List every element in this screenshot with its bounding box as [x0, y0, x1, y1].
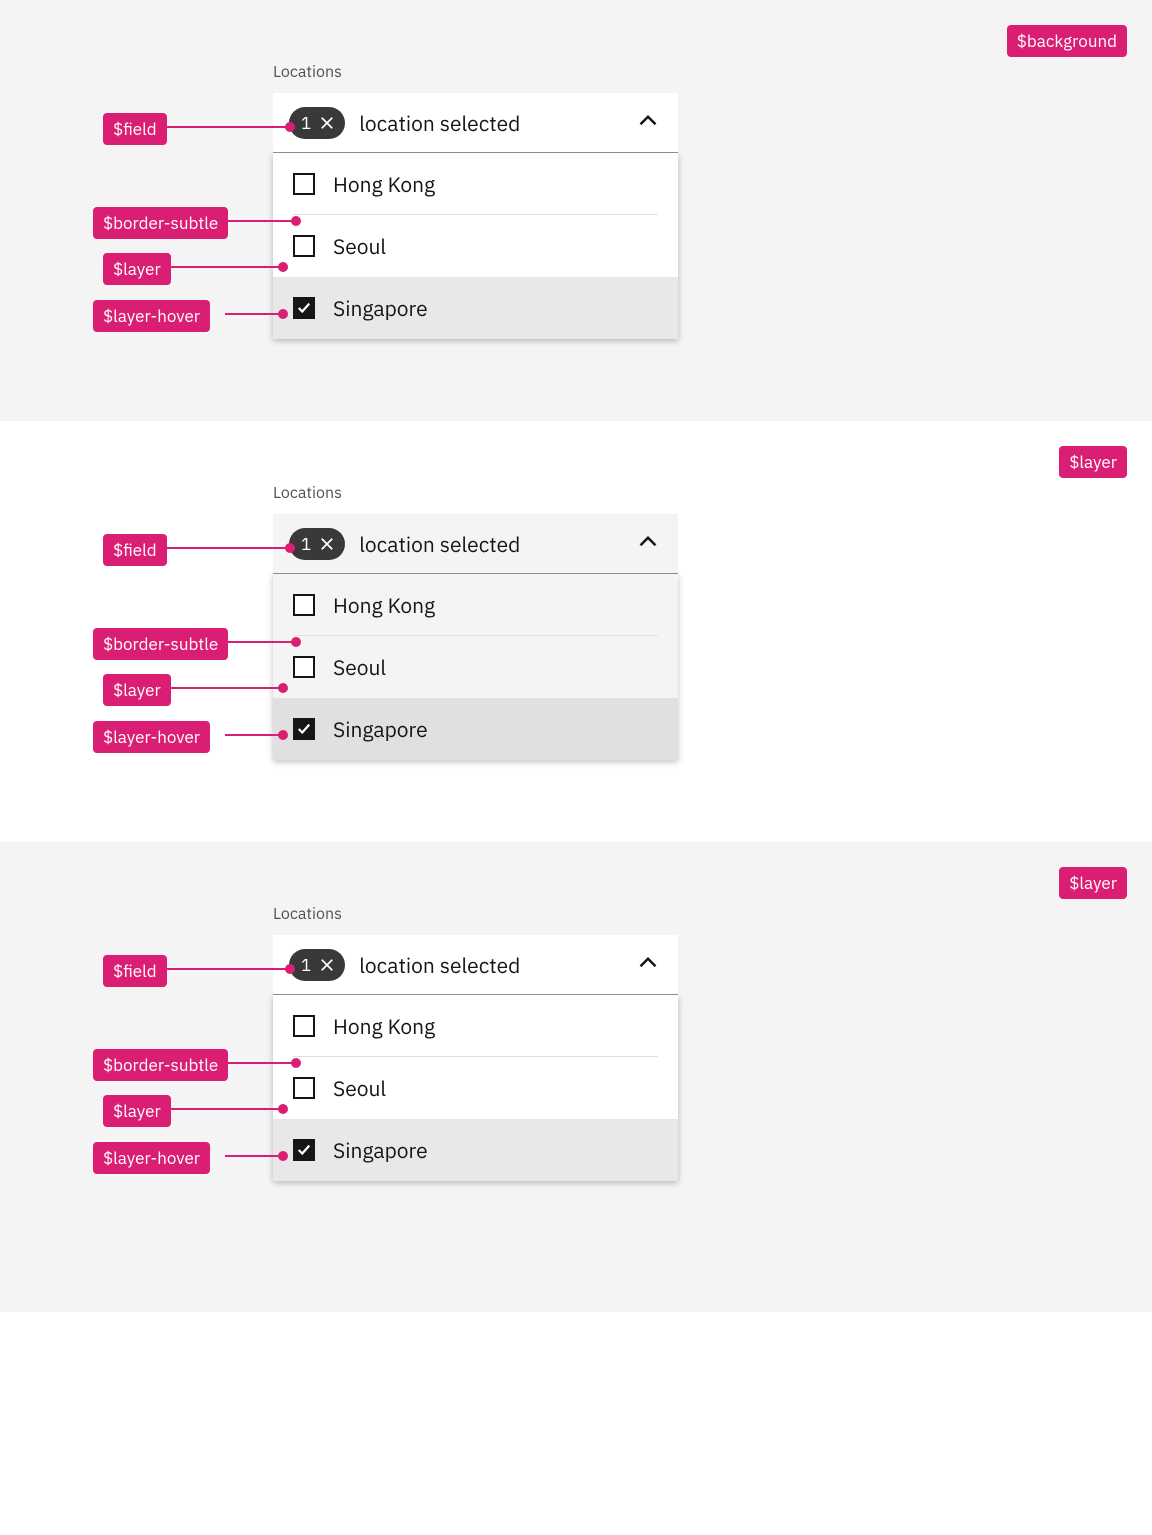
anno-layer: $layer	[103, 253, 171, 285]
option-hong-kong[interactable]: Hong Kong	[273, 574, 678, 636]
multiselect: Locations 1 location selected Hong Kong	[273, 62, 678, 339]
multiselect-label: Locations	[273, 904, 678, 924]
checkbox-checked-icon[interactable]	[293, 718, 315, 740]
option-label: Hong Kong	[333, 1012, 435, 1040]
clear-selection-icon[interactable]	[317, 534, 337, 554]
option-label: Seoul	[333, 653, 386, 681]
anno-layer: $layer	[103, 674, 171, 706]
option-hong-kong[interactable]: Hong Kong	[273, 153, 678, 215]
option-label: Hong Kong	[333, 591, 435, 619]
context-token-tag: $layer	[1059, 446, 1127, 478]
layer-section-1: $background Locations 1 location selecte…	[0, 0, 1152, 421]
anno-layer-hover: $layer-hover	[93, 1142, 210, 1174]
selection-pill[interactable]: 1	[289, 528, 345, 560]
option-label: Hong Kong	[333, 170, 435, 198]
anno-border-subtle: $border-subtle	[93, 1049, 228, 1081]
multiselect-label: Locations	[273, 483, 678, 503]
option-label: Singapore	[333, 715, 428, 743]
multiselect-field[interactable]: 1 location selected	[273, 935, 678, 995]
checkbox-icon[interactable]	[293, 594, 315, 616]
anno-field: $field	[103, 955, 167, 987]
multiselect-label: Locations	[273, 62, 678, 82]
field-text: location selected	[359, 951, 520, 979]
anno-border-subtle: $border-subtle	[93, 207, 228, 239]
checkbox-icon[interactable]	[293, 1077, 315, 1099]
selection-count: 1	[301, 533, 311, 555]
option-label: Seoul	[333, 1074, 386, 1102]
option-label: Seoul	[333, 232, 386, 260]
layer-section-3: $layer Locations 1 location selected Hon…	[0, 842, 1152, 1312]
anno-layer-hover: $layer-hover	[93, 300, 210, 332]
multiselect: Locations 1 location selected Hong Kong	[273, 904, 678, 1181]
option-seoul[interactable]: Seoul	[273, 636, 678, 698]
option-singapore[interactable]: Singapore	[273, 1119, 678, 1181]
anno-layer-hover: $layer-hover	[93, 721, 210, 753]
anno-border-subtle: $border-subtle	[93, 628, 228, 660]
option-hong-kong[interactable]: Hong Kong	[273, 995, 678, 1057]
layer-section-2: $layer Locations 1 location selected Hon…	[0, 421, 1152, 842]
option-singapore[interactable]: Singapore	[273, 698, 678, 760]
field-text: location selected	[359, 109, 520, 137]
option-seoul[interactable]: Seoul	[273, 1057, 678, 1119]
option-label: Singapore	[333, 294, 428, 322]
anno-field: $field	[103, 534, 167, 566]
anno-field: $field	[103, 113, 167, 145]
multiselect-menu: Hong Kong Seoul Singapore	[273, 574, 678, 760]
chevron-up-icon[interactable]	[638, 952, 658, 977]
option-label: Singapore	[333, 1136, 428, 1164]
checkbox-icon[interactable]	[293, 656, 315, 678]
checkbox-checked-icon[interactable]	[293, 297, 315, 319]
anno-layer: $layer	[103, 1095, 171, 1127]
checkbox-icon[interactable]	[293, 235, 315, 257]
checkbox-icon[interactable]	[293, 173, 315, 195]
checkbox-icon[interactable]	[293, 1015, 315, 1037]
multiselect-menu: Hong Kong Seoul Singapore	[273, 995, 678, 1181]
option-singapore[interactable]: Singapore	[273, 277, 678, 339]
multiselect-field[interactable]: 1 location selected	[273, 514, 678, 574]
checkbox-checked-icon[interactable]	[293, 1139, 315, 1161]
multiselect-menu: Hong Kong Seoul Singapore	[273, 153, 678, 339]
selection-count: 1	[301, 954, 311, 976]
option-seoul[interactable]: Seoul	[273, 215, 678, 277]
clear-selection-icon[interactable]	[317, 113, 337, 133]
multiselect: Locations 1 location selected Hong Kong	[273, 483, 678, 760]
multiselect-field[interactable]: 1 location selected	[273, 93, 678, 153]
chevron-up-icon[interactable]	[638, 110, 658, 135]
selection-pill[interactable]: 1	[289, 949, 345, 981]
context-token-tag: $background	[1007, 25, 1127, 57]
selection-pill[interactable]: 1	[289, 107, 345, 139]
selection-count: 1	[301, 112, 311, 134]
clear-selection-icon[interactable]	[317, 955, 337, 975]
context-token-tag: $layer	[1059, 867, 1127, 899]
chevron-up-icon[interactable]	[638, 531, 658, 556]
field-text: location selected	[359, 530, 520, 558]
